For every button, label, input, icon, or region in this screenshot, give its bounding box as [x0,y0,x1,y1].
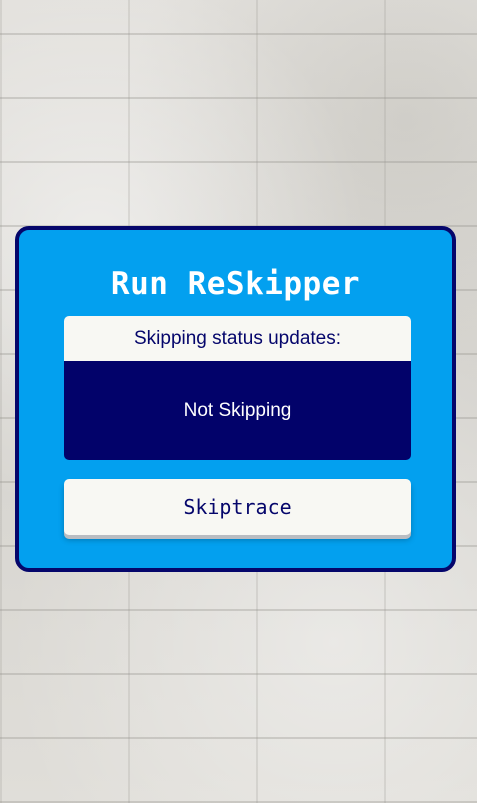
skiptrace-button[interactable]: Skiptrace [64,479,411,535]
status-display: Not Skipping [64,361,411,460]
status-header: Skipping status updates: [64,316,411,361]
reskipper-card: Run ReSkipper Skipping status updates: N… [15,226,456,572]
card-title: Run ReSkipper [110,266,361,302]
status-panel: Skipping status updates: Not Skipping [64,316,411,460]
status-value: Not Skipping [183,399,292,421]
